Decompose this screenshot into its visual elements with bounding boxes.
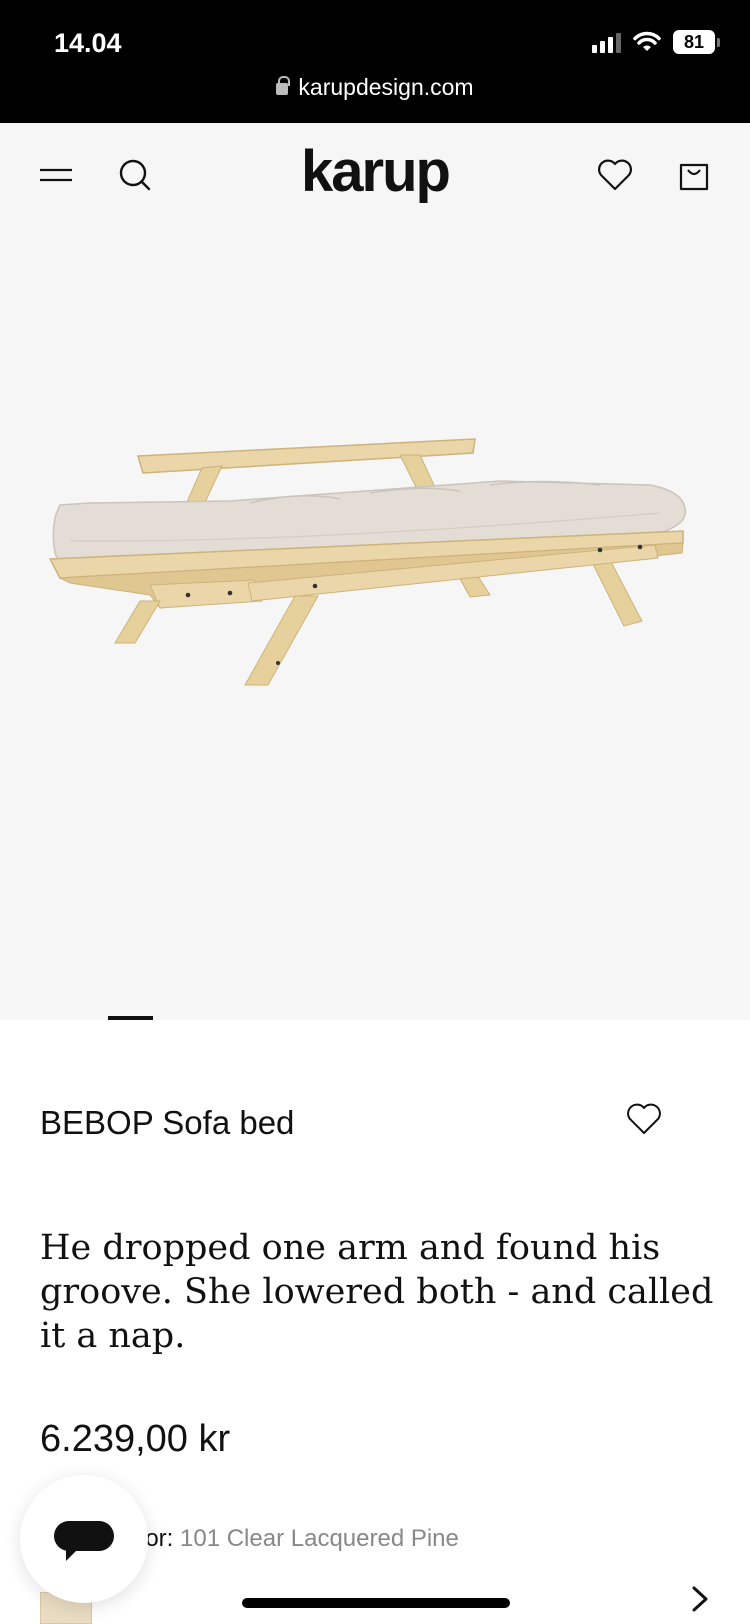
bag-icon[interactable] xyxy=(674,155,714,195)
heart-icon[interactable] xyxy=(595,155,635,195)
chevron-right-icon[interactable] xyxy=(686,1584,714,1614)
status-indicators: 81 xyxy=(592,30,720,54)
chat-bubble-icon xyxy=(54,1521,114,1561)
product-image[interactable] xyxy=(0,223,750,1020)
product-price: 6.239,00 kr xyxy=(40,1418,231,1460)
carousel-indicator[interactable] xyxy=(108,1016,153,1020)
color-value: 101 Clear Lacquered Pine xyxy=(180,1525,459,1552)
sofa-bed-image xyxy=(48,438,687,686)
lock-icon xyxy=(276,76,291,95)
status-bar: 14.04 81 karupdesign.com xyxy=(0,0,750,123)
wifi-icon xyxy=(633,31,661,51)
karup-logo[interactable]: karup xyxy=(0,138,750,205)
signal-icon xyxy=(592,31,621,53)
home-indicator xyxy=(242,1598,510,1608)
battery-level: 81 xyxy=(673,30,715,54)
wishlist-heart-icon[interactable] xyxy=(625,1102,663,1136)
product-title: BEBOP Sofa bed xyxy=(40,1104,295,1141)
status-time: 14.04 xyxy=(54,28,122,58)
product-tagline: He dropped one arm and found his groove.… xyxy=(40,1228,714,1356)
url-text: karupdesign.com xyxy=(298,74,474,100)
battery-icon: 81 xyxy=(673,30,720,54)
color-selector-label: lor: 101 Clear Lacquered Pine xyxy=(140,1525,459,1553)
chat-button[interactable] xyxy=(20,1475,148,1603)
address-bar[interactable]: karupdesign.com xyxy=(0,74,750,101)
